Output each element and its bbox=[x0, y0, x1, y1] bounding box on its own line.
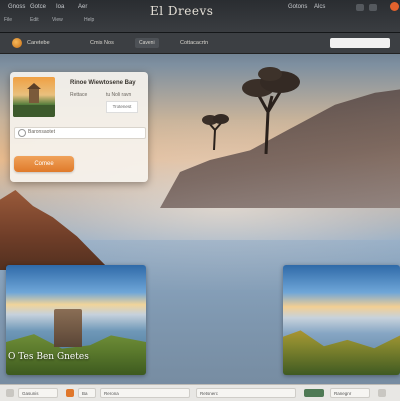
close-icon[interactable] bbox=[390, 2, 399, 11]
window-title: El Dreevs bbox=[150, 4, 214, 18]
control-label-1[interactable]: Gotons bbox=[288, 4, 307, 10]
small-tree-icon bbox=[202, 114, 229, 150]
app-toolbar: Caretebe Cmis Nos Caveni Cottacacrtn bbox=[0, 33, 400, 54]
castle-icon bbox=[54, 309, 82, 347]
minimize-button[interactable] bbox=[356, 4, 364, 11]
taskbar-green-icon[interactable] bbox=[304, 389, 324, 397]
info-card: Rinoe Wiewtosene Bay Rettace tu Noli rav… bbox=[10, 72, 148, 182]
maximize-button[interactable] bbox=[369, 4, 377, 11]
taskbar-chip-1[interactable]: Gasunis bbox=[18, 388, 58, 398]
submenu-view[interactable]: View bbox=[52, 17, 63, 23]
menu-item-2[interactable]: Gotce bbox=[30, 4, 46, 10]
tree-icon bbox=[242, 67, 300, 154]
taskbar-chip-4[interactable]: Retsnerc bbox=[196, 388, 296, 398]
tile-caption: O Tes Ben Gnetes bbox=[8, 352, 89, 362]
menu-item-3[interactable]: Ioa bbox=[56, 4, 64, 10]
toolbar-item-1[interactable]: Cmis Nos bbox=[90, 40, 114, 46]
taskbar: Gasunis Ba Rerona Retsnerc Ranegnr bbox=[0, 384, 400, 401]
card-subtitle-left: Rettace bbox=[70, 92, 88, 98]
toolbar-item-2[interactable]: Caveni bbox=[135, 38, 159, 48]
taskbar-app-icon[interactable] bbox=[6, 389, 14, 397]
taskbar-chip-5[interactable]: Ranegnr bbox=[330, 388, 370, 398]
window-titlebar: Gnoss Gotce Ioa Aer File Edit View Help … bbox=[0, 0, 400, 33]
search-input[interactable] bbox=[330, 38, 390, 48]
taskbar-tray-icon[interactable] bbox=[378, 389, 386, 397]
submenu-help[interactable]: Help bbox=[84, 17, 94, 23]
taskbar-chip-2[interactable]: Ba bbox=[78, 388, 96, 398]
card-primary-button[interactable]: Comee bbox=[14, 156, 74, 172]
submenu-file[interactable]: File bbox=[4, 17, 12, 23]
submenu-edit[interactable]: Edit bbox=[30, 17, 39, 23]
card-field-label: Baronsaotet bbox=[28, 129, 55, 135]
menu-item-4[interactable]: Aer bbox=[78, 4, 87, 10]
taskbar-chip-3[interactable]: Rerona bbox=[100, 388, 190, 398]
card-badge[interactable]: Trotenest bbox=[106, 101, 138, 113]
control-label-2[interactable]: Alcs bbox=[314, 4, 325, 10]
card-title: Rinoe Wiewtosene Bay bbox=[70, 80, 136, 86]
toolbar-item-3[interactable]: Cottacacrtn bbox=[180, 40, 208, 46]
taskbar-orange-icon[interactable] bbox=[66, 389, 74, 397]
photo-tile-right[interactable] bbox=[283, 265, 400, 375]
field-lock-icon bbox=[18, 129, 26, 137]
brand-logo-icon[interactable] bbox=[12, 38, 22, 48]
card-subtitle-right: tu Noli ravn bbox=[106, 92, 132, 98]
menu-item-1[interactable]: Gnoss bbox=[8, 4, 25, 10]
card-thumbnail[interactable] bbox=[13, 77, 55, 117]
brand-name[interactable]: Caretebe bbox=[27, 40, 50, 46]
landscape-thumbnail-icon bbox=[13, 83, 55, 117]
